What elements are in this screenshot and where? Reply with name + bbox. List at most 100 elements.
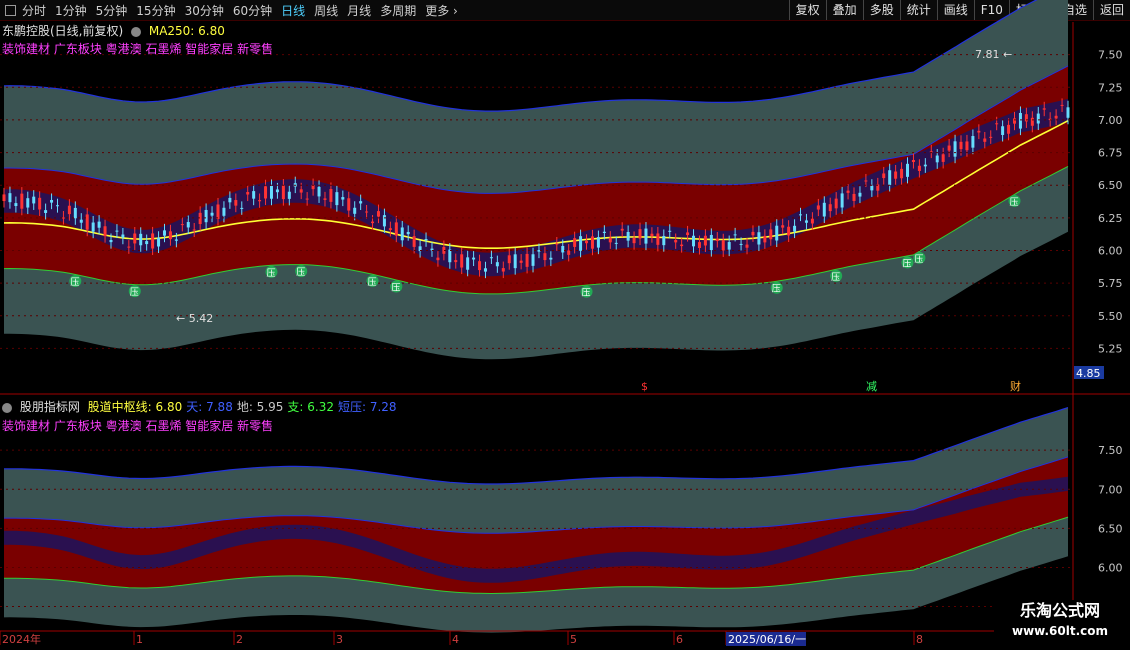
candle-body-54 xyxy=(323,198,327,200)
candle-body-95 xyxy=(567,250,571,255)
candle-body-77 xyxy=(460,254,464,268)
candle-body-60 xyxy=(359,201,363,204)
candle-body-107 xyxy=(638,229,642,239)
candle-body-175 xyxy=(1042,108,1046,110)
candle-body-138 xyxy=(822,202,826,217)
candle-body-22 xyxy=(133,233,137,244)
candle-body-45 xyxy=(269,185,273,199)
pressure-marker-text-9: 压 xyxy=(903,258,912,269)
watermark: 乐淘公式网 www.60lt.com xyxy=(994,600,1126,644)
candle-body-51 xyxy=(305,198,309,200)
candle-body-131 xyxy=(781,225,785,228)
kline-chart[interactable]: 7.50 7.25 7.00 6.75 6.50 6.25 6.00 5.75 5.50 5.25… xyxy=(0,0,1130,650)
event-marker-1: 减 xyxy=(866,380,877,393)
candle-body-80 xyxy=(478,261,482,271)
indicator-name[interactable]: 股朋指标网 xyxy=(20,400,80,414)
candle-body-110 xyxy=(656,233,660,245)
candle-body-29 xyxy=(174,239,178,241)
candle-body-125 xyxy=(745,244,749,248)
candle-body-114 xyxy=(680,244,684,247)
candle-body-19 xyxy=(115,230,119,232)
p1-ytick-3: 6.75 xyxy=(1098,147,1123,160)
pressure-marker-text-2: 压 xyxy=(266,268,275,279)
panel2-tags: 装饰建材 广东板块 粤港澳 石墨烯 智能家居 新零售 xyxy=(2,419,274,433)
candle-body-59 xyxy=(353,207,357,214)
candle-body-64 xyxy=(382,215,386,227)
candle-body-146 xyxy=(870,185,874,191)
candle-body-152 xyxy=(906,163,910,177)
candle-body-17 xyxy=(103,226,107,237)
candle-body-163 xyxy=(971,136,975,148)
candle-body-16 xyxy=(97,221,101,228)
candle-body-55 xyxy=(329,189,333,202)
candle-body-14 xyxy=(85,214,89,230)
candle-body-103 xyxy=(614,242,618,244)
candle-body-3 xyxy=(20,193,24,209)
candle-body-116 xyxy=(692,235,696,247)
candle-body-76 xyxy=(454,260,458,263)
candle-body-118 xyxy=(703,235,707,246)
candle-body-71 xyxy=(424,238,428,241)
candle-body-115 xyxy=(686,232,690,236)
candle-body-174 xyxy=(1036,113,1040,124)
candle-body-50 xyxy=(299,189,303,193)
candle-body-117 xyxy=(697,242,701,249)
watermark-title: 乐淘公式网 xyxy=(1019,601,1100,620)
candle-body-148 xyxy=(882,173,886,179)
candle-body-133 xyxy=(793,225,797,232)
pressure-marker-text-6: 压 xyxy=(582,288,591,299)
candle-body-134 xyxy=(799,214,803,216)
candle-body-21 xyxy=(127,246,131,248)
x-label-4: 4 xyxy=(452,633,459,646)
candle-body-167 xyxy=(995,123,999,125)
candle-body-124 xyxy=(739,243,743,245)
candle-body-93 xyxy=(555,243,559,245)
legend-item-1: 天: 7.88 xyxy=(186,400,233,414)
candle-body-85 xyxy=(507,255,511,264)
x-label-1: 1 xyxy=(136,633,143,646)
settings-icon[interactable] xyxy=(2,402,12,413)
candle-body-32 xyxy=(192,229,196,231)
candle-body-36 xyxy=(216,204,220,220)
candle-body-9 xyxy=(55,205,59,207)
candle-body-33 xyxy=(198,212,202,225)
candle-body-66 xyxy=(394,222,398,236)
p1-ytick-8: 5.50 xyxy=(1098,310,1123,323)
stock-name[interactable]: 东鹏控股(日线,前复权) xyxy=(2,24,123,38)
candle-body-158 xyxy=(941,154,945,162)
candle-body-86 xyxy=(513,254,517,269)
candle-body-7 xyxy=(44,210,48,213)
p1-ytick-0: 7.50 xyxy=(1098,49,1123,62)
candle-body-63 xyxy=(376,211,380,217)
pressure-marker-text-0: 压 xyxy=(70,277,79,288)
candle-body-39 xyxy=(234,200,238,206)
candle-body-6 xyxy=(38,197,42,210)
candle-body-25 xyxy=(151,233,155,249)
candle-body-26 xyxy=(157,237,161,247)
candle-body-35 xyxy=(210,212,214,216)
pressure-marker-text-10: 压 xyxy=(914,254,923,265)
candle-body-88 xyxy=(525,253,529,267)
event-marker-2: 财 xyxy=(1010,379,1021,393)
candle-body-62 xyxy=(371,221,375,224)
candle-body-96 xyxy=(573,238,577,247)
candle-body-165 xyxy=(983,138,987,142)
candle-body-61 xyxy=(365,211,369,213)
candle-body-91 xyxy=(543,253,547,261)
candle-body-104 xyxy=(620,228,624,231)
candle-body-173 xyxy=(1030,117,1034,126)
candle-body-177 xyxy=(1054,115,1058,119)
candle-body-160 xyxy=(953,141,957,157)
candle-body-67 xyxy=(400,227,404,241)
candle-body-122 xyxy=(727,242,731,250)
candle-body-127 xyxy=(757,232,761,245)
candle-body-10 xyxy=(61,217,65,219)
candle-body-0 xyxy=(2,194,6,202)
candle-body-161 xyxy=(959,141,963,150)
x-label-5: 5 xyxy=(570,633,577,646)
pressure-marker-text-1: 压 xyxy=(130,287,139,298)
settings-icon[interactable] xyxy=(131,26,142,37)
candle-body-106 xyxy=(632,237,636,244)
candle-body-44 xyxy=(264,186,268,199)
candle-body-121 xyxy=(721,240,725,251)
